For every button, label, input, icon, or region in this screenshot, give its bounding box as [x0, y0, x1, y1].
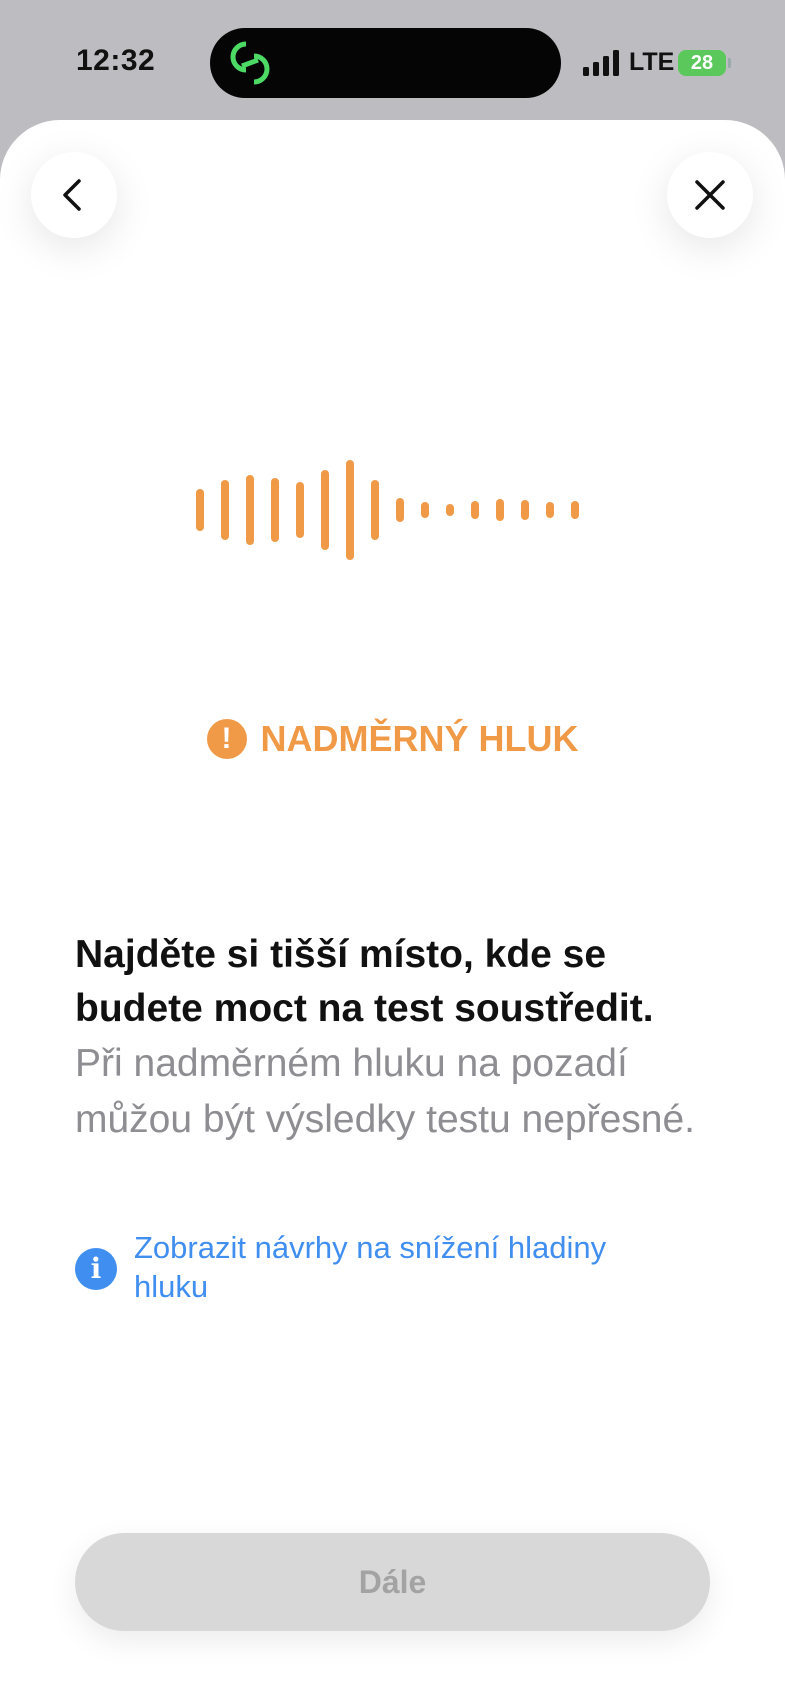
noise-tips-link[interactable]: i Zobrazit návrhy na snížení hladiny hlu… — [75, 1228, 635, 1306]
modal-sheet: ! NADMĚRNÝ HLUK Najděte si tišší místo, … — [0, 120, 785, 1707]
cellular-signal-icon — [583, 50, 619, 76]
status-bar: 12:32 LTE 28 — [0, 0, 785, 125]
chevron-left-icon — [63, 179, 81, 211]
linked-rings-icon — [230, 41, 270, 85]
network-type: LTE — [629, 48, 675, 76]
back-button[interactable] — [31, 152, 117, 238]
close-button[interactable] — [667, 152, 753, 238]
continue-button[interactable]: Dále — [75, 1533, 710, 1631]
screen: 12:32 LTE 28 ! NADMĚRNÝ HLUK Najděte si … — [0, 0, 785, 1707]
headline: Najděte si tišší místo, kde se budete mo… — [75, 933, 654, 1030]
noise-tips-label: Zobrazit návrhy na snížení hladiny hluku — [134, 1230, 607, 1304]
status-time: 12:32 — [76, 44, 156, 77]
sound-wave-icon — [196, 460, 579, 560]
body-text: Při nadměrném hluku na pozadí můžou být … — [75, 1042, 695, 1141]
warning-banner: ! NADMĚRNÝ HLUK — [0, 715, 785, 765]
exclamation-circle-icon: ! — [206, 719, 247, 759]
battery-indicator: 28 — [678, 50, 731, 76]
warning-label: NADMĚRNÝ HLUK — [260, 718, 579, 759]
dynamic-island — [210, 28, 561, 98]
close-icon — [695, 180, 725, 210]
info-circle-icon: i — [75, 1248, 117, 1290]
